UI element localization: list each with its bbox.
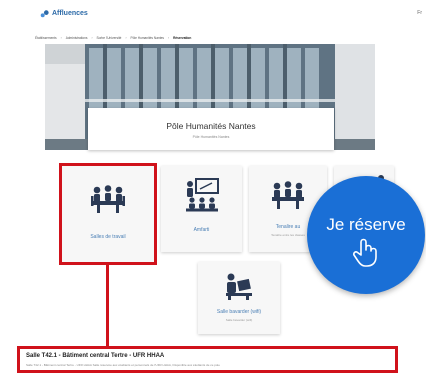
app-name: Affluences [52,10,88,17]
breadcrumb-item[interactable]: Pôle Humanités Nantes [131,36,165,40]
tile-sublabel: Salle bavarder (wifi) [225,318,253,322]
reserve-button-label: Je réserve [326,215,406,234]
language-selector[interactable]: Fr [417,10,422,16]
breadcrumb-item[interactable]: Administrations [66,36,88,40]
breadcrumb-separator: › [125,36,127,40]
category-tile-amfarti[interactable]: Amfarti [161,166,242,252]
pointing-hand-icon [353,238,377,267]
category-tile-salle-bavarder[interactable]: Salle bavarder (wifi) Salle bavarder (wi… [198,262,280,334]
affluences-logo-icon [40,10,49,18]
page-title: Pôle Humanités Nantes [166,121,256,131]
tile-label: Amfarti [193,227,210,233]
app-logo[interactable]: Affluences [40,9,88,18]
page-subtitle: Pôle Humanités Nantes [192,135,230,139]
breadcrumb-current: Réservation [173,36,192,40]
selected-room-description: Salle T42.1 - Bâtiment central Tertre - … [26,363,220,367]
top-bar: Affluences Fr [0,0,426,26]
highlight-box-tile [59,163,157,265]
breadcrumb-item[interactable]: Sorbe l'Université [97,36,122,40]
person-computer-icon [226,273,252,300]
presentation-icon [185,178,219,212]
breadcrumb-separator: › [91,36,93,40]
breadcrumb-item[interactable]: Établissements [35,36,57,40]
hero-title-card: Pôle Humanités Nantes Pôle Humanités Nan… [88,108,334,150]
highlight-connector-line [106,264,109,348]
selected-room-panel[interactable]: Salle T42.1 - Bâtiment central Tertre - … [17,346,398,373]
tile-label: Salle bavarder (wifi) [216,309,262,315]
breadcrumb-separator: › [168,36,170,40]
reserve-button[interactable]: Je réserve [307,176,425,294]
group-workspace-icon [272,181,304,209]
selected-room-title: Salle T42.1 - Bâtiment central Tertre - … [26,353,165,359]
breadcrumb: Établissements › Administrations › Sorbe l… [35,33,395,43]
breadcrumb-separator: › [60,36,62,40]
